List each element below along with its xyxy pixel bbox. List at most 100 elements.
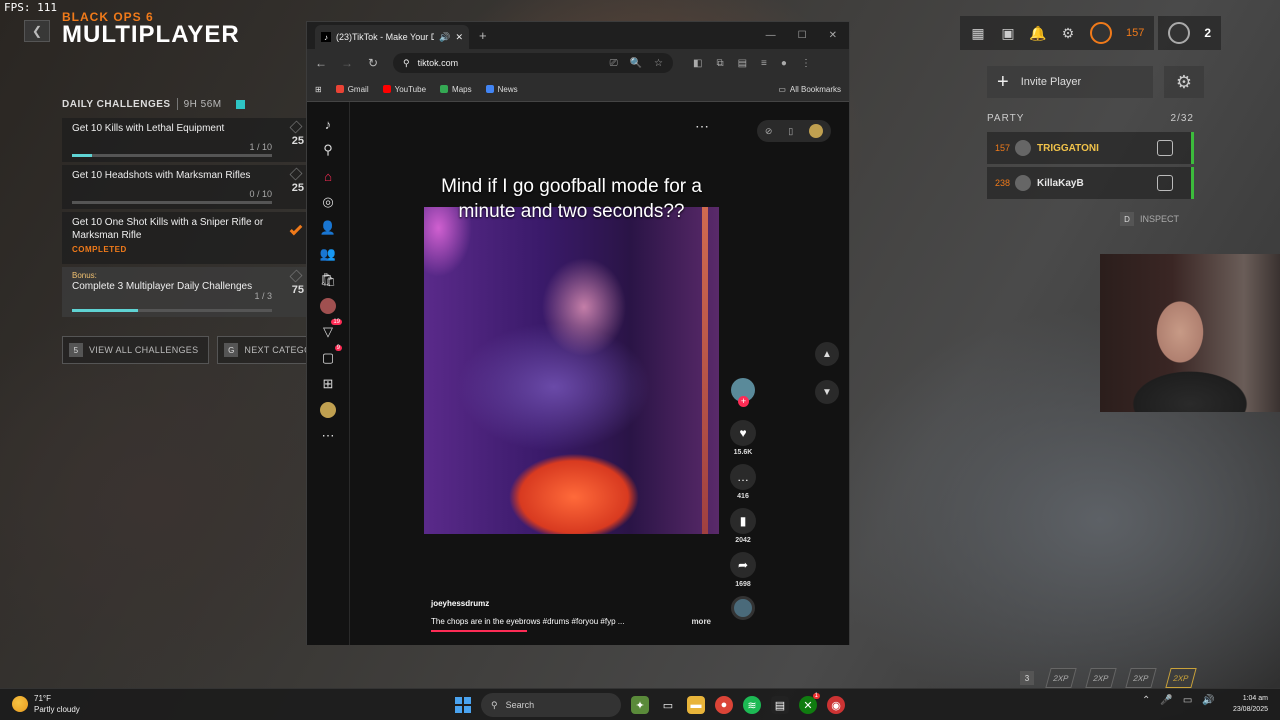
zoom-icon[interactable]: 🔍 <box>630 58 642 69</box>
video-player[interactable] <box>424 207 719 534</box>
like-button[interactable]: ♥ 15.6K <box>730 420 756 456</box>
tiktok-logo-icon[interactable]: ♪ <box>320 116 336 132</box>
party-button[interactable]: 2 <box>1158 16 1222 50</box>
task-view-icon[interactable]: ▭ <box>659 696 677 714</box>
temperature: 71°F <box>34 694 51 703</box>
profile-avatar-icon[interactable] <box>320 402 336 418</box>
challenge-xp: 25 <box>291 135 304 147</box>
tab-tiktok[interactable]: ♪ (23)TikTok - Make Your Day 🔊 ✕ <box>315 25 469 49</box>
app-icon[interactable]: ◉ <box>827 696 845 714</box>
speaker-icon[interactable]: 🔊 <box>439 32 450 43</box>
video-progress-bar[interactable] <box>431 630 527 632</box>
bookmark-youtube[interactable]: YouTube <box>382 85 426 94</box>
messages-icon[interactable]: ▢ 9 <box>320 345 342 366</box>
level-badge-icon[interactable] <box>1090 22 1112 44</box>
new-tab-button[interactable]: + <box>479 28 487 43</box>
weather-widget[interactable]: 71°F Partly cloudy <box>12 693 80 715</box>
user-avatar-icon[interactable] <box>809 124 824 138</box>
reload-icon[interactable]: ↻ <box>367 56 379 70</box>
xbox-icon[interactable]: ✕ 1 <box>799 693 820 714</box>
home-icon[interactable]: ⌂ <box>320 168 336 184</box>
bonus-challenge-item[interactable]: Bonus: Complete 3 Multiplayer Daily Chal… <box>62 267 307 317</box>
profile-icon[interactable]: ● <box>781 58 787 69</box>
tab-title: (23)TikTok - Make Your Day <box>336 32 435 42</box>
more-link[interactable]: more <box>691 617 711 626</box>
search-icon: ⚲ <box>491 699 498 710</box>
all-bookmarks-button[interactable]: ▭ All Bookmarks <box>778 85 841 94</box>
maximize-button[interactable]: ☐ <box>798 30 807 41</box>
bottom-hud: 3 2XP 2XP 2XP 2XP <box>1020 668 1197 688</box>
more-options-icon[interactable]: ⋯ <box>695 118 710 135</box>
video-description: The chops are in the eyebrows #drums #fo… <box>431 617 711 626</box>
bookmark-label: News <box>497 84 518 94</box>
clock[interactable]: 1:04 am 23/08/2025 <box>1216 693 1268 715</box>
tiktok-sidebar: ♪ ⚲ ⌂ ◎ 👤 👥 🛍 ▽ 19 ▢ 9 ⊞ ⋯ <box>307 102 350 645</box>
volume-icon[interactable]: 🔊 <box>1202 695 1214 706</box>
music-disc-icon[interactable] <box>731 596 755 620</box>
extension-icon[interactable]: ◧ <box>693 58 702 69</box>
network-icon[interactable]: ▭ <box>1183 695 1192 706</box>
file-explorer-icon[interactable]: ▬ <box>687 696 705 714</box>
back-button[interactable]: ❮ <box>24 20 50 42</box>
save-button[interactable]: ▮ 2042 <box>730 508 756 544</box>
bell-icon[interactable]: 🔔 <box>1029 25 1046 41</box>
search-icon[interactable]: ⚲ <box>320 142 336 158</box>
media-icon[interactable]: ≡ <box>761 58 767 69</box>
explore-icon[interactable]: ◎ <box>320 194 336 210</box>
sidepanel-icon[interactable]: ▤ <box>738 58 747 69</box>
challenge-item[interactable]: Get 10 One Shot Kills with a Sniper Rifl… <box>62 212 307 264</box>
shop-icon[interactable]: 🛍 <box>320 272 337 288</box>
star-icon[interactable]: ☆ <box>654 58 663 69</box>
taskbar-search[interactable]: ⚲ Search <box>481 693 621 717</box>
divider <box>176 98 178 110</box>
gear-icon[interactable]: ⚙ <box>1060 25 1076 41</box>
friends-icon[interactable]: 👥 <box>320 246 336 262</box>
party-settings-button[interactable]: ⚙ <box>1164 66 1204 98</box>
apps-icon[interactable]: ⊞ <box>315 85 322 94</box>
microphone-icon[interactable]: 🎤 <box>1160 695 1172 706</box>
share-button[interactable]: ➦ 1698 <box>730 552 756 588</box>
challenge-item[interactable]: Get 10 Kills with Lethal Equipment 1 / 1… <box>62 118 307 162</box>
chevron-up-icon[interactable]: ⌃ <box>1142 695 1150 706</box>
spotify-icon[interactable]: ≋ <box>743 696 761 714</box>
address-bar[interactable]: ⚲ tiktok.com ⎚ 🔍 ☆ <box>393 53 673 73</box>
compass-icon[interactable]: ⊘ <box>765 126 773 137</box>
cast-icon[interactable]: ⎚ <box>610 58 618 69</box>
more-icon[interactable]: ⋯ <box>320 428 336 444</box>
live-avatar-icon[interactable] <box>320 298 336 314</box>
device-icon[interactable]: ▯ <box>788 126 793 137</box>
windows-start-icon[interactable] <box>455 697 471 713</box>
forward-arrow-icon[interactable]: → <box>341 56 353 70</box>
store-icon[interactable]: ▣ <box>1000 25 1016 41</box>
daily-challenges-header: DAILY CHALLENGES 9H 56M <box>62 93 307 115</box>
widgets-icon[interactable]: ✦ <box>631 696 649 714</box>
view-all-challenges-button[interactable]: 5 VIEW ALL CHALLENGES <box>62 336 210 364</box>
chevron-down-icon[interactable]: ▼ <box>815 380 839 404</box>
party-member[interactable]: 238 KillaKayB <box>987 167 1194 199</box>
party-member[interactable]: 157 TRIGGATONI <box>987 132 1194 164</box>
puzzle-icon[interactable]: ⧉ <box>716 58 723 69</box>
close-window-button[interactable]: ✕ <box>829 30 837 41</box>
inspect-button[interactable]: D INSPECT <box>1120 212 1179 226</box>
video-username[interactable]: joeyhessdrumz <box>431 599 711 608</box>
creator-avatar[interactable] <box>731 378 755 407</box>
chevron-up-icon[interactable]: ▲ <box>815 342 839 366</box>
bookmark-gmail[interactable]: Gmail <box>335 85 369 94</box>
activity-icon[interactable]: ▽ 19 <box>320 319 342 340</box>
comment-button[interactable]: … 416 <box>730 464 756 500</box>
tiktok-page: ♪ ⚲ ⌂ ◎ 👤 👥 🛍 ▽ 19 ▢ 9 ⊞ ⋯ ⋯ ⊘ ▯ Mind if I… <box>307 102 849 645</box>
minimize-button[interactable]: — <box>766 30 776 41</box>
close-icon[interactable]: ✕ <box>455 32 463 43</box>
back-arrow-icon[interactable]: ← <box>315 56 327 70</box>
upload-icon[interactable]: ⊞ <box>320 376 336 392</box>
menu-icon[interactable]: ⋮ <box>801 58 811 69</box>
bookmark-news[interactable]: News <box>485 84 518 94</box>
grid-icon[interactable]: ▦ <box>970 25 986 41</box>
challenge-item[interactable]: Get 10 Headshots with Marksman Rifles 0 … <box>62 165 307 209</box>
invite-player-button[interactable]: + Invite Player <box>987 66 1153 98</box>
following-icon[interactable]: 👤 <box>320 220 336 236</box>
call-of-duty-icon[interactable]: ▤ <box>771 696 789 714</box>
bookmark-maps[interactable]: Maps <box>440 85 472 94</box>
chrome-icon[interactable]: ● <box>715 696 733 714</box>
site-info-icon[interactable]: ⚲ <box>403 58 410 69</box>
